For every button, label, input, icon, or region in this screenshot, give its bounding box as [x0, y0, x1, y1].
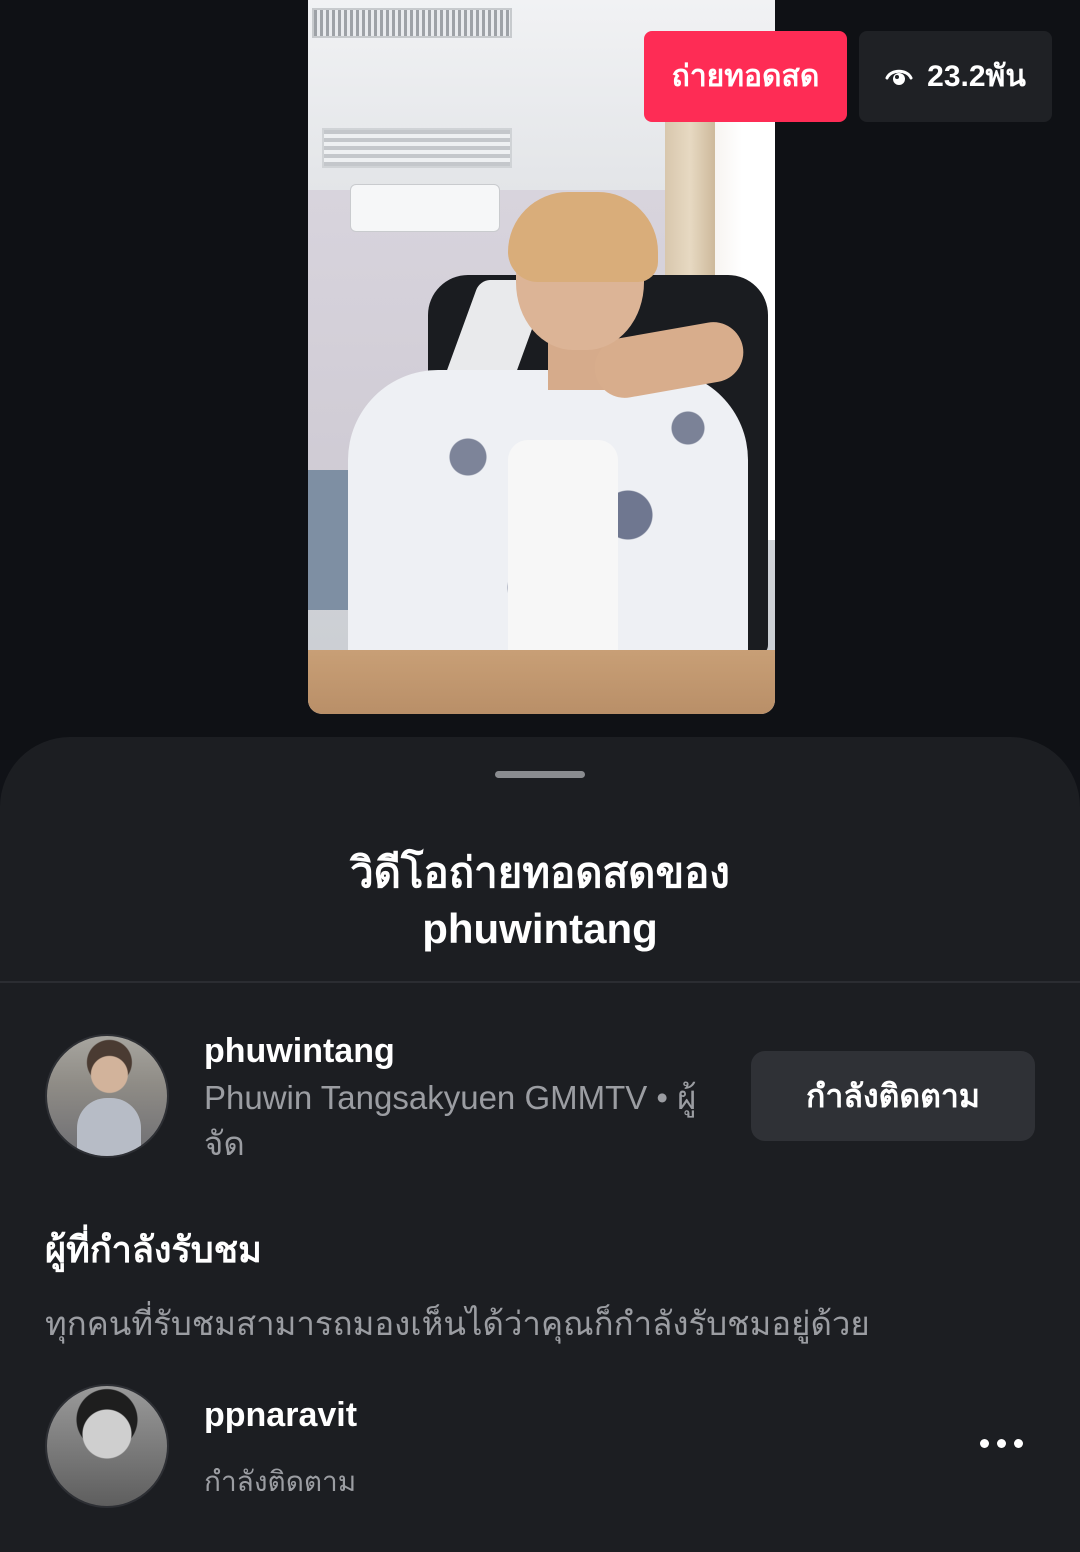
host-username[interactable]: phuwintang — [204, 1031, 395, 1071]
host-row: phuwintang Phuwin Tangsakyuen GMMTV • ผู… — [0, 1031, 1080, 1171]
live-badge: ถ่ายทอดสด — [644, 31, 847, 122]
host-subtitle: Phuwin Tangsakyuen GMMTV • ผู้จัด — [204, 1079, 697, 1162]
sheet-title: วิดีโอถ่ายทอดสดของ phuwintang — [0, 845, 1080, 957]
live-video-area: ถ่ายทอดสด 23.2พัน — [0, 0, 1080, 760]
live-badge-label: ถ่ายทอดสด — [671, 60, 820, 93]
video-desk — [308, 650, 775, 714]
viewers-visibility-note: ทุกคนที่รับชมสามารถมองเห็นได้ว่าคุณก็กำล… — [45, 1305, 870, 1342]
sheet-drag-handle[interactable] — [495, 771, 585, 778]
eye-icon — [885, 69, 913, 85]
video-person-hair — [508, 192, 658, 282]
host-avatar[interactable] — [45, 1034, 169, 1158]
viewer-count: 23.2พัน — [927, 60, 1026, 93]
list-item[interactable]: ppnaravit กำลังติดตาม — [0, 1382, 1080, 1512]
more-dot — [996, 1438, 1006, 1448]
video-ceiling-vent — [312, 8, 512, 38]
video-wall-vent — [322, 128, 512, 168]
viewer-username[interactable]: ppnaravit — [204, 1396, 357, 1435]
more-dot — [1013, 1438, 1023, 1448]
viewer-count-badge[interactable]: 23.2พัน — [859, 31, 1052, 122]
following-button[interactable]: กำลังติดตาม — [751, 1051, 1035, 1141]
sheet-title-line1: วิดีโอถ่ายทอดสดของ — [350, 849, 730, 896]
viewers-heading: ผู้ที่กำลังรับชม — [45, 1229, 262, 1270]
live-info-sheet: วิดีโอถ่ายทอดสดของ phuwintang phuwintang… — [0, 737, 1080, 1552]
video-air-conditioner — [350, 184, 500, 232]
sheet-title-line2: phuwintang — [422, 905, 658, 952]
more-options-icon[interactable] — [968, 1418, 1034, 1468]
more-dot — [979, 1438, 989, 1448]
viewer-follow-status: กำลังติดตาม — [204, 1466, 357, 1497]
sheet-divider — [0, 981, 1080, 983]
viewer-avatar[interactable] — [45, 1384, 169, 1508]
video-person-tank-top — [508, 440, 618, 660]
